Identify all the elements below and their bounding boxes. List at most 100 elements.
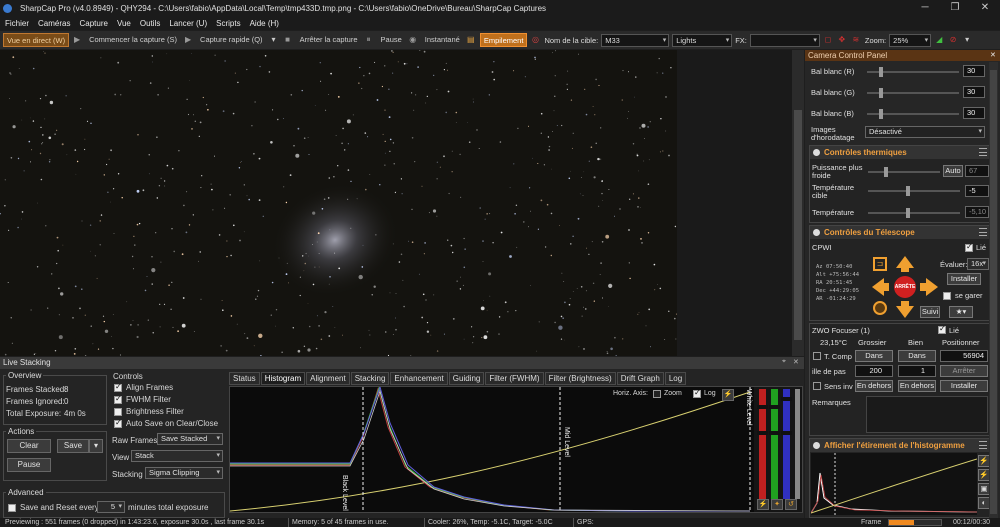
tracking-button[interactable]: Suivi — [920, 306, 940, 318]
cooler-power-input[interactable]: 67 — [965, 165, 989, 177]
cooler-power-slider[interactable] — [868, 167, 940, 177]
mount-install-button[interactable]: Installer — [947, 273, 981, 285]
crosshair-icon[interactable]: ✥ — [837, 35, 847, 45]
mount-linked-checkbox[interactable] — [965, 242, 973, 252]
tab-log[interactable]: Log — [664, 372, 687, 385]
histo-tool-1-icon[interactable]: ⚡ — [757, 499, 769, 510]
focuser-install-button[interactable]: Installer — [940, 380, 988, 392]
fwhm-filter-checkbox[interactable] — [114, 394, 122, 404]
auto-save-checkbox[interactable] — [114, 418, 122, 428]
focuser-stop-button[interactable]: Arrêter — [940, 365, 988, 377]
thermal-menu-icon[interactable] — [979, 148, 987, 156]
log-axis-checkbox[interactable] — [693, 388, 701, 398]
frame-type-select[interactable]: Lights — [672, 33, 733, 47]
pause-stacking-button[interactable]: Pause — [7, 458, 51, 472]
fx-select[interactable] — [749, 33, 820, 47]
wb-red-slider[interactable] — [867, 67, 959, 77]
start-capture-button[interactable]: Commencer la capture (S) — [86, 33, 180, 47]
tab-filter-brightness[interactable]: Filter (Brightness) — [544, 372, 616, 385]
menu-fichier[interactable]: Fichier — [5, 19, 29, 28]
target-temp-slider[interactable] — [868, 186, 960, 196]
remarks-textarea[interactable] — [866, 396, 988, 433]
menu-outils[interactable]: Outils — [140, 19, 160, 28]
wb-blue-input[interactable]: 30 — [963, 107, 985, 119]
menu-capture[interactable]: Capture — [79, 19, 107, 28]
mount-options-button[interactable]: ★▾ — [949, 306, 973, 318]
target-temp-input[interactable]: -5 — [965, 185, 989, 197]
slew-south-arrow[interactable] — [896, 306, 914, 318]
target-name-select[interactable]: M33 — [601, 33, 670, 47]
blue-level-bar[interactable] — [783, 389, 790, 499]
tab-guiding[interactable]: Guiding — [448, 372, 485, 385]
wb-green-input[interactable]: 30 — [963, 86, 985, 98]
camera-panel-scrollbar-thumb[interactable] — [990, 70, 997, 514]
align-frames-checkbox[interactable] — [114, 382, 122, 392]
wb-red-input[interactable]: 30 — [963, 65, 985, 77]
tab-drift-graph[interactable]: Drift Graph — [616, 372, 664, 385]
telescope-menu-icon[interactable] — [979, 228, 987, 236]
focuser-linked-checkbox[interactable] — [938, 324, 946, 334]
reticle-icon[interactable]: ◻ — [823, 35, 833, 45]
stack-histogram[interactable]: Black Level Mid Level White Level Horiz.… — [229, 385, 803, 513]
camera-panel-scrollbar[interactable] — [989, 62, 998, 518]
locate-target-icon[interactable] — [873, 301, 887, 315]
coarse-in-button[interactable]: Dans — [855, 350, 893, 362]
stacking-select[interactable]: Sigma Clipping — [145, 467, 223, 479]
wb-blue-slider[interactable] — [867, 109, 959, 119]
zoom-axis-checkbox[interactable] — [653, 390, 661, 398]
tab-stacking[interactable]: Stacking — [350, 372, 390, 385]
lum-level-bar[interactable] — [795, 389, 800, 499]
stop-slew-button[interactable]: ARRÊTE — [894, 276, 916, 298]
tab-enhancement[interactable]: Enhancement — [390, 372, 448, 385]
tab-status[interactable]: Status — [229, 372, 260, 385]
clear-button[interactable]: Clear — [7, 439, 51, 453]
raw-frames-select[interactable]: Save Stacked — [157, 433, 223, 445]
image-display[interactable] — [0, 50, 677, 356]
histogram-toggle-icon[interactable]: ≋ — [851, 35, 861, 45]
telescope-section-header[interactable]: Contrôles du Télescope — [810, 226, 990, 239]
menu-aide[interactable]: Aide (H) — [250, 19, 279, 28]
dropdown-arrow-icon[interactable]: ▾ — [269, 35, 279, 45]
live-view-button[interactable]: Vue en direct (W) — [3, 33, 70, 47]
stretch-menu-icon[interactable] — [979, 441, 987, 449]
save-button[interactable]: Save — [57, 439, 89, 453]
preview-histogram[interactable] — [810, 453, 978, 515]
tab-filter-fwhm[interactable]: Filter (FWHM) — [485, 372, 544, 385]
save-dropdown-button[interactable]: ▾ — [89, 439, 103, 453]
histo-tool-2-icon[interactable]: ✦ — [771, 499, 783, 510]
park-checkbox[interactable] — [943, 292, 951, 300]
save-reset-minutes[interactable]: 5 — [97, 501, 125, 513]
temp-comp-checkbox[interactable] — [813, 352, 821, 360]
pause-button[interactable]: Pause — [378, 33, 405, 47]
stretch-section-header[interactable]: Afficher l'étirement de l'histogramme — [810, 439, 990, 452]
goto-target-icon[interactable]: ⊐ — [873, 257, 887, 271]
view-select[interactable]: Stack — [131, 450, 223, 462]
focuser-position-input[interactable]: 56904 — [940, 350, 988, 362]
snapshot-button[interactable]: Instantané — [422, 33, 463, 47]
slew-east-arrow[interactable] — [926, 278, 938, 296]
panel-close-icon[interactable]: ✕ — [990, 51, 996, 59]
tab-histogram[interactable]: Histogram — [260, 372, 306, 385]
quick-capture-button[interactable]: Capture rapide (Q) — [197, 33, 266, 47]
live-stack-button[interactable]: Empilement — [479, 33, 528, 47]
fine-in-button[interactable]: Dans — [898, 350, 936, 362]
close-button[interactable]: ✕ — [970, 0, 1000, 16]
tab-alignment[interactable]: Alignment — [306, 372, 350, 385]
wb-green-slider[interactable] — [867, 88, 959, 98]
zoom-select[interactable]: 25% — [889, 33, 932, 47]
slew-speed-select[interactable]: 16x — [967, 258, 989, 270]
image-scrollbar[interactable] — [792, 50, 804, 356]
auto-stretch-button[interactable]: ⚡ — [722, 389, 734, 401]
stop-capture-button[interactable]: Arrêter la capture — [297, 33, 361, 47]
reverse-checkbox[interactable] — [813, 382, 821, 390]
panel-close-icon[interactable]: ✕ — [793, 358, 801, 367]
more-dropdown-icon[interactable]: ▾ — [962, 35, 972, 45]
maximize-button[interactable]: ❐ — [940, 0, 970, 16]
reset-icon[interactable]: ⊘ — [948, 35, 958, 45]
coarse-out-button[interactable]: En dehors — [855, 380, 893, 392]
menu-scripts[interactable]: Scripts — [216, 19, 240, 28]
brightness-filter-checkbox[interactable] — [114, 408, 122, 416]
image-scrollbar-thumb[interactable] — [794, 110, 802, 340]
menu-vue[interactable]: Vue — [117, 19, 131, 28]
menu-cameras[interactable]: Caméras — [38, 19, 70, 28]
